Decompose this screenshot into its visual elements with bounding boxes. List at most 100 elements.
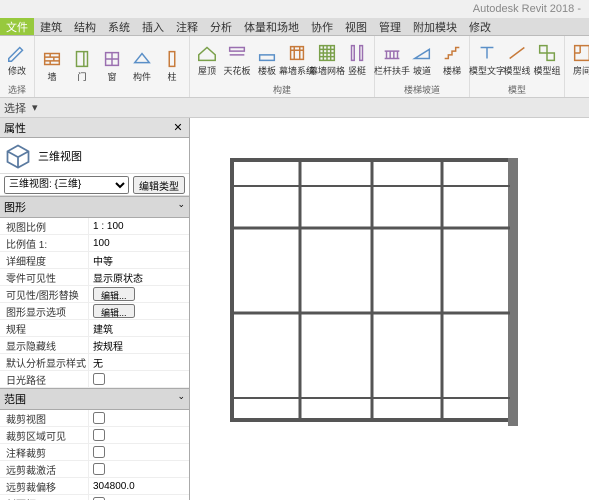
ribbon-构件[interactable]: 构件 — [128, 48, 156, 83]
tab-建筑[interactable]: 建筑 — [34, 18, 68, 35]
tab-bar: 文件建筑结构系统插入注释分析体量和场地协作视图管理附加模块修改 — [0, 18, 589, 36]
ribbon-group-label — [35, 95, 189, 97]
type-selector[interactable]: 三维视图 — [0, 138, 189, 174]
prop-row[interactable]: 规程建筑 — [0, 320, 189, 337]
ribbon-模型线[interactable]: 模型线 — [503, 42, 531, 77]
prop-row[interactable]: 远剪裁激活 — [0, 461, 189, 478]
ribbon: 修改选择墙门窗构件柱屋顶天花板楼板幕墙系统幕墙网格竖梃构建栏杆扶手坡道楼梯楼梯坡… — [0, 36, 589, 98]
prop-value[interactable]: 建筑 — [88, 320, 189, 336]
prop-value[interactable]: 100 — [88, 235, 189, 251]
properties-grid: 图形⌄视图比例1 : 100比例值 1:100详细程度中等零件可见性显示原状态可… — [0, 196, 189, 500]
prop-row[interactable]: 显示隐藏线按规程 — [0, 337, 189, 354]
select-label: 选择 — [4, 100, 26, 116]
tab-修改[interactable]: 修改 — [463, 18, 497, 35]
quick-access-bar: 选择 ▾ — [0, 98, 589, 118]
prop-key: 注释裁剪 — [0, 444, 88, 460]
ribbon-房间[interactable]: 房间 — [568, 42, 589, 77]
prop-row[interactable]: 零件可见性显示原状态 — [0, 269, 189, 286]
ribbon-柱[interactable]: 柱 — [158, 48, 186, 83]
prop-row[interactable]: 默认分析显示样式无 — [0, 354, 189, 371]
prop-value[interactable] — [88, 371, 189, 387]
ribbon-模型组[interactable]: 模型组 — [533, 42, 561, 77]
chevron-down-icon[interactable]: ▾ — [32, 101, 38, 114]
prop-row[interactable]: 详细程度中等 — [0, 252, 189, 269]
ribbon-栏杆扶手[interactable]: 栏杆扶手 — [378, 42, 406, 77]
prop-row[interactable]: 视图比例1 : 100 — [0, 218, 189, 235]
prop-row[interactable]: 裁剪视图 — [0, 410, 189, 427]
prop-row[interactable]: 裁剪区域可见 — [0, 427, 189, 444]
ribbon-天花板[interactable]: 天花板 — [223, 42, 251, 77]
prop-value[interactable]: 304800.0 — [88, 478, 189, 494]
prop-value[interactable] — [88, 410, 189, 426]
tab-分析[interactable]: 分析 — [204, 18, 238, 35]
prop-value[interactable]: 按规程 — [88, 337, 189, 353]
properties-title: 属性 — [4, 120, 26, 136]
edit-type-button[interactable]: 编辑类型 — [133, 176, 185, 194]
tab-文件[interactable]: 文件 — [0, 18, 34, 35]
ribbon-幕墙网格[interactable]: 幕墙网格 — [313, 42, 341, 77]
prop-section-图形[interactable]: 图形⌄ — [0, 196, 189, 218]
prop-value[interactable] — [88, 444, 189, 460]
tab-管理[interactable]: 管理 — [373, 18, 407, 35]
ribbon-墙[interactable]: 墙 — [38, 48, 66, 83]
tab-协作[interactable]: 协作 — [305, 18, 339, 35]
prop-value[interactable]: 编辑... — [88, 303, 189, 319]
curtain-wall — [230, 158, 520, 428]
type-name: 三维视图 — [38, 148, 82, 164]
prop-value[interactable]: 编辑... — [88, 286, 189, 302]
viewport[interactable] — [190, 118, 589, 500]
ribbon-楼板[interactable]: 楼板 — [253, 42, 281, 77]
prop-key: 裁剪区域可见 — [0, 427, 88, 443]
tab-附加模块[interactable]: 附加模块 — [407, 18, 463, 35]
prop-value[interactable]: 无 — [88, 354, 189, 370]
app-title: Autodesk Revit 2018 - — [473, 3, 581, 15]
cube-icon — [4, 142, 32, 170]
prop-row[interactable]: 剖面框 — [0, 495, 189, 500]
properties-panel: 属性 ✕ 三维视图 三维视图: {三维} 编辑类型 图形⌄视图比例1 : 100… — [0, 118, 190, 500]
prop-key: 规程 — [0, 320, 88, 336]
tab-注释[interactable]: 注释 — [170, 18, 204, 35]
prop-row[interactable]: 图形显示选项编辑... — [0, 303, 189, 320]
ribbon-修改[interactable]: 修改 — [3, 42, 31, 77]
ribbon-窗[interactable]: 窗 — [98, 48, 126, 83]
ribbon-group-label: 构建 — [190, 82, 374, 97]
prop-value[interactable]: 1 : 100 — [88, 218, 189, 234]
ribbon-门[interactable]: 门 — [68, 48, 96, 83]
ribbon-幕墙系统[interactable]: 幕墙系统 — [283, 42, 311, 77]
prop-key: 日光路径 — [0, 371, 88, 387]
ribbon-group-label: 房间和面积 — [565, 82, 589, 97]
tab-视图[interactable]: 视图 — [339, 18, 373, 35]
prop-key: 裁剪视图 — [0, 410, 88, 426]
ribbon-group-label: 楼梯坡道 — [375, 82, 469, 97]
prop-key: 图形显示选项 — [0, 303, 88, 319]
prop-row[interactable]: 远剪裁偏移304800.0 — [0, 478, 189, 495]
prop-key: 视图比例 — [0, 218, 88, 234]
ribbon-group-label: 选择 — [0, 82, 34, 97]
prop-value[interactable] — [88, 495, 189, 500]
ribbon-坡道[interactable]: 坡道 — [408, 42, 436, 77]
prop-value[interactable]: 显示原状态 — [88, 269, 189, 285]
prop-row[interactable]: 注释裁剪 — [0, 444, 189, 461]
close-icon[interactable]: ✕ — [171, 121, 185, 135]
prop-value[interactable]: 中等 — [88, 252, 189, 268]
prop-key: 剖面框 — [0, 495, 88, 500]
prop-row[interactable]: 可见性/图形替换编辑... — [0, 286, 189, 303]
prop-key: 零件可见性 — [0, 269, 88, 285]
ribbon-模型文字[interactable]: 模型文字 — [473, 42, 501, 77]
prop-section-范围[interactable]: 范围⌄ — [0, 388, 189, 410]
instance-selector[interactable]: 三维视图: {三维} — [4, 176, 129, 194]
prop-row[interactable]: 比例值 1:100 — [0, 235, 189, 252]
properties-header: 属性 ✕ — [0, 118, 189, 138]
prop-key: 比例值 1: — [0, 235, 88, 251]
prop-row[interactable]: 日光路径 — [0, 371, 189, 388]
ribbon-竖梃[interactable]: 竖梃 — [343, 42, 371, 77]
prop-key: 远剪裁偏移 — [0, 478, 88, 494]
ribbon-屋顶[interactable]: 屋顶 — [193, 42, 221, 77]
ribbon-楼梯[interactable]: 楼梯 — [438, 42, 466, 77]
prop-value[interactable] — [88, 427, 189, 443]
tab-结构[interactable]: 结构 — [68, 18, 102, 35]
tab-系统[interactable]: 系统 — [102, 18, 136, 35]
tab-体量和场地[interactable]: 体量和场地 — [238, 18, 305, 35]
prop-value[interactable] — [88, 461, 189, 477]
tab-插入[interactable]: 插入 — [136, 18, 170, 35]
